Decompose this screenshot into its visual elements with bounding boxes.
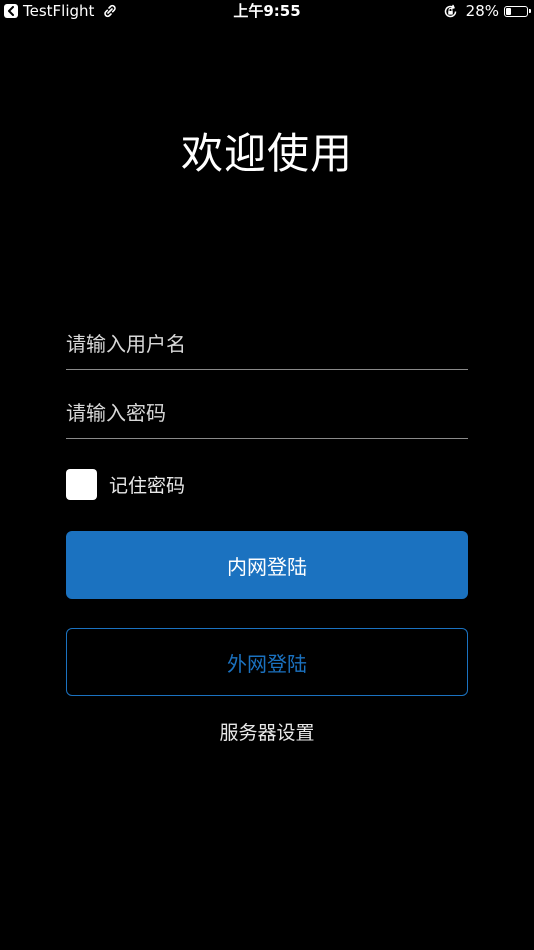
- username-row: [66, 321, 468, 370]
- remember-label: 记住密码: [109, 475, 186, 497]
- orientation-lock-icon: [443, 4, 458, 19]
- username-input[interactable]: [66, 321, 468, 367]
- extranet-login-button[interactable]: 外网登陆: [66, 628, 468, 696]
- status-right: 28%: [443, 0, 531, 22]
- page-title: 欢迎使用: [180, 129, 353, 178]
- password-input[interactable]: [66, 390, 468, 436]
- server-settings-link[interactable]: 服务器设置: [0, 718, 534, 745]
- battery-percent: 28%: [465, 2, 499, 20]
- remember-checkbox[interactable]: [66, 469, 97, 500]
- battery-icon: [504, 5, 531, 17]
- remember-password[interactable]: 记住密码: [66, 469, 185, 500]
- battery-tip: [529, 9, 531, 13]
- battery-fill: [506, 7, 511, 15]
- password-row: [66, 390, 468, 439]
- status-bar: TestFlight 上午9:55 28%: [0, 0, 534, 22]
- intranet-login-button[interactable]: 内网登陆: [66, 531, 468, 599]
